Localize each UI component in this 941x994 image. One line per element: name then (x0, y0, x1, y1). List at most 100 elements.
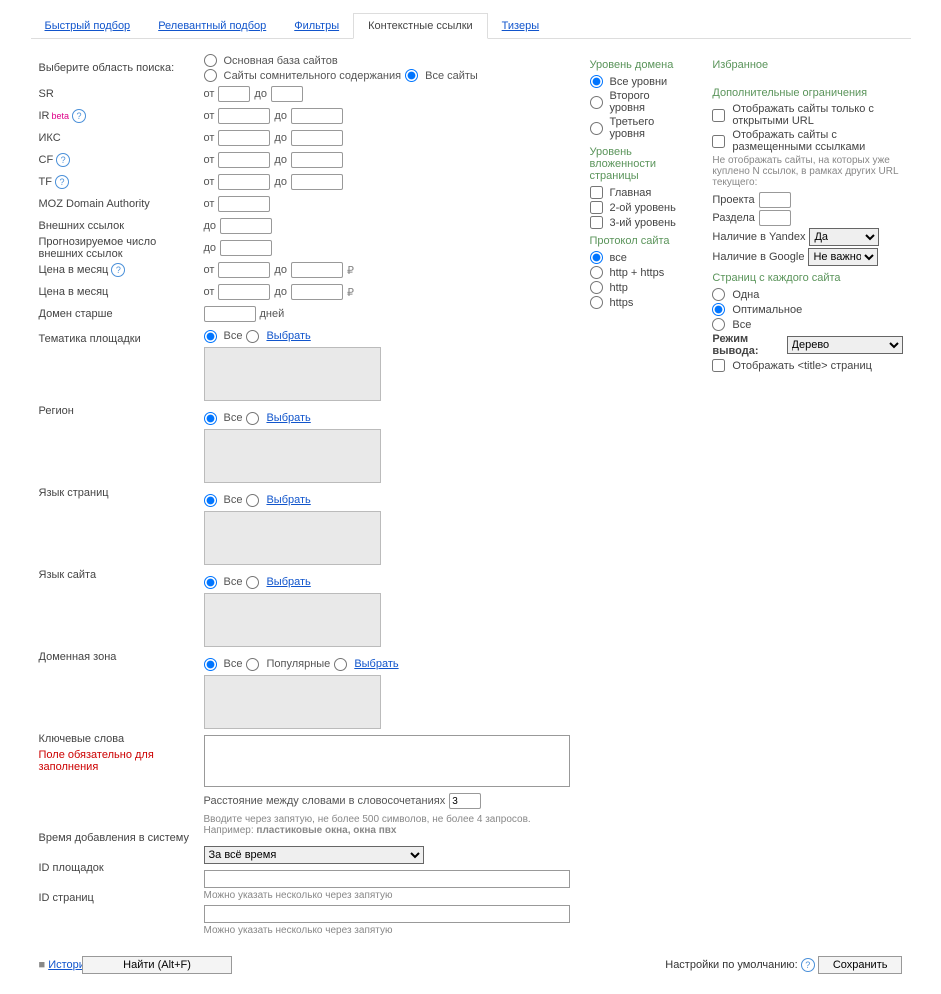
theme-choose-link[interactable]: Выбрать (266, 330, 310, 342)
tab-teasers[interactable]: Тизеры (488, 14, 553, 38)
help-icon[interactable]: ? (801, 958, 815, 972)
cf-from-input[interactable] (218, 152, 270, 168)
domain-days-input[interactable] (204, 306, 256, 322)
tab-fast[interactable]: Быстрый подбор (31, 14, 145, 38)
tab-relevant[interactable]: Релевантный подбор (144, 14, 280, 38)
base-all-radio[interactable] (405, 69, 418, 82)
placed-links-check[interactable] (712, 135, 725, 148)
site-ids-input[interactable] (204, 870, 570, 888)
google-select[interactable]: Не важно (808, 248, 878, 266)
ir-to-input[interactable] (291, 108, 343, 124)
base-main-label: Основная база сайтов (224, 55, 338, 67)
base-doubt-label: Сайты сомнительного содержания (224, 70, 402, 82)
proto-https-radio[interactable] (590, 296, 603, 309)
open-url-check[interactable] (712, 109, 725, 122)
extra-title: Дополнительные ограничения (712, 87, 902, 99)
output-mode-select[interactable]: Дерево (787, 336, 903, 354)
favorites-title: Избранное (712, 59, 902, 71)
pricea-from-input[interactable] (218, 262, 270, 278)
persite-one-radio[interactable] (712, 288, 725, 301)
sitelang-choose-link[interactable]: Выбрать (266, 576, 310, 588)
region-choose-link[interactable]: Выбрать (266, 412, 310, 424)
theme-choose-radio[interactable] (246, 330, 259, 343)
pagelang-all-radio[interactable] (204, 494, 217, 507)
base-doubt-radio[interactable] (204, 69, 217, 82)
region-box (204, 429, 381, 483)
sitelang-all-radio[interactable] (204, 576, 217, 589)
persite-opt-radio[interactable] (712, 303, 725, 316)
keywords-textarea[interactable] (204, 735, 570, 787)
project-n-input[interactable] (759, 192, 791, 208)
sitelang-choose-radio[interactable] (246, 576, 259, 589)
iks-from-input[interactable] (218, 130, 270, 146)
cf-to-input[interactable] (291, 152, 343, 168)
pagelang-label: Язык страниц (39, 487, 204, 569)
iks-to-input[interactable] (291, 130, 343, 146)
help-icon[interactable]: ? (56, 153, 70, 167)
save-button[interactable]: Сохранить (818, 956, 903, 974)
nest-2-check[interactable] (590, 201, 603, 214)
help-icon[interactable]: ? (72, 109, 86, 123)
pagelang-choose-radio[interactable] (246, 494, 259, 507)
tf-from-input[interactable] (218, 174, 270, 190)
nest-3-check[interactable] (590, 216, 603, 229)
nesting-title: Уровень вложенности страницы (590, 146, 683, 182)
sr-to-input[interactable] (271, 86, 303, 102)
distance-input[interactable] (449, 793, 481, 809)
proto-http-radio[interactable] (590, 281, 603, 294)
find-button[interactable]: Найти (Alt+F) (82, 956, 232, 974)
sr-from-input[interactable] (218, 86, 250, 102)
page-ids-input[interactable] (204, 905, 570, 923)
dlvl-3-radio[interactable] (590, 122, 603, 135)
to-label: до (254, 88, 267, 100)
zone-label: Доменная зона (39, 651, 204, 733)
moz-from-input[interactable] (218, 196, 270, 212)
yandex-select[interactable]: Да (809, 228, 879, 246)
zone-choose-radio[interactable] (334, 658, 347, 671)
tabs-bar: Быстрый подбор Релевантный подбор Фильтр… (31, 10, 911, 39)
extlinks-to-input[interactable] (220, 218, 272, 234)
tab-filters[interactable]: Фильтры (280, 14, 353, 38)
priceb-from-input[interactable] (218, 284, 270, 300)
base-all-label: Все сайты (425, 70, 478, 82)
sitelang-label: Язык сайта (39, 569, 204, 651)
tf-to-input[interactable] (291, 174, 343, 190)
pricea-to-input[interactable] (291, 262, 343, 278)
dlvl-all-radio[interactable] (590, 75, 603, 88)
help-icon[interactable]: ? (111, 263, 125, 277)
proto-all-radio[interactable] (590, 251, 603, 264)
persite-title: Страниц с каждого сайта (712, 272, 902, 284)
extlinks-label: Внешних ссылок (39, 215, 204, 237)
nest-main-check[interactable] (590, 186, 603, 199)
priceb-to-input[interactable] (291, 284, 343, 300)
show-title-check[interactable] (712, 359, 725, 372)
region-label: Регион (39, 405, 204, 487)
keywords-label: Ключевые слова (39, 733, 204, 749)
proto-both-radio[interactable] (590, 266, 603, 279)
zone-popular-radio[interactable] (246, 658, 259, 671)
theme-all-radio[interactable] (204, 330, 217, 343)
time-select[interactable]: За всё время (204, 846, 424, 864)
persite-all-radio[interactable] (712, 318, 725, 331)
ir-from-input[interactable] (218, 108, 270, 124)
ir-label: IRbeta? (39, 105, 204, 127)
keywords-required: Поле обязательно для заполнения (39, 749, 204, 809)
sitelang-box (204, 593, 381, 647)
section-n-input[interactable] (759, 210, 791, 226)
extra-note: Не отображать сайты, на которых уже купл… (712, 155, 902, 188)
zone-all-radio[interactable] (204, 658, 217, 671)
rub-symbol: ₽ (347, 264, 354, 277)
tab-context-links[interactable]: Контекстные ссылки (353, 13, 488, 39)
zone-choose-link[interactable]: Выбрать (354, 658, 398, 670)
from-label: от (204, 88, 215, 100)
predicted-to-input[interactable] (220, 240, 272, 256)
domain-level-title: Уровень домена (590, 59, 683, 71)
price-q-label: Цена в месяц? (39, 259, 204, 281)
base-main-radio[interactable] (204, 54, 217, 67)
pagelang-choose-link[interactable]: Выбрать (266, 494, 310, 506)
dlvl-2-radio[interactable] (590, 96, 603, 109)
sr-label: SR (39, 83, 204, 105)
region-choose-radio[interactable] (246, 412, 259, 425)
help-icon[interactable]: ? (55, 175, 69, 189)
region-all-radio[interactable] (204, 412, 217, 425)
